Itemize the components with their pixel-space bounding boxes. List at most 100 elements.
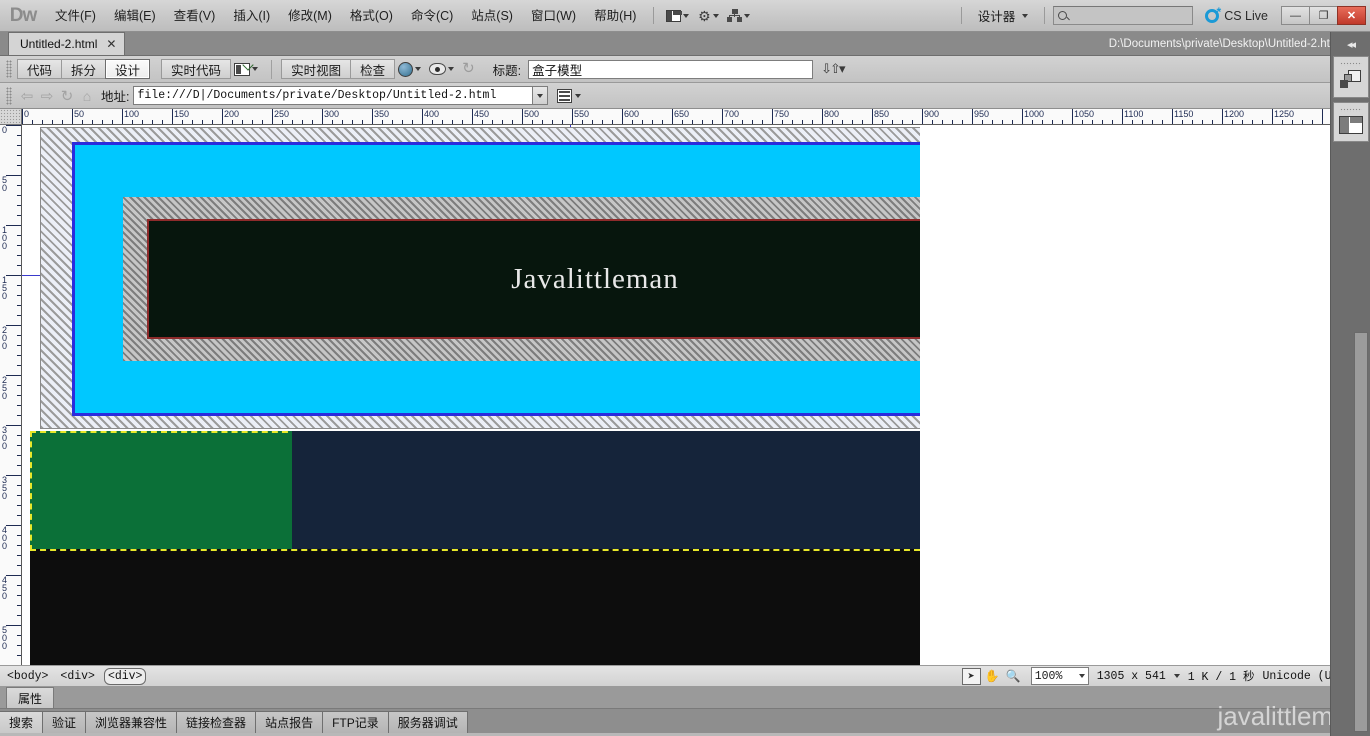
box-model-inner-border: Javalittleman xyxy=(147,219,920,339)
menu-edit[interactable]: 编辑(E) xyxy=(105,4,165,28)
window-size-value[interactable]: 1305 x 541 xyxy=(1097,670,1166,683)
css-styles-panel-button[interactable] xyxy=(1333,102,1369,142)
inspect-button[interactable]: 检查 xyxy=(350,59,396,79)
zoom-tool-icon[interactable]: 🔍 xyxy=(1004,668,1023,685)
cs-live-icon xyxy=(1205,5,1221,23)
results-tab-site-reports[interactable]: 站点报告 xyxy=(256,711,324,733)
tag-div-inner[interactable]: <div> xyxy=(103,667,147,685)
workspace-switcher[interactable]: 设计器 xyxy=(970,6,1037,25)
ruler-label: 1000 xyxy=(1024,109,1045,119)
results-tab-ftp-log[interactable]: FTP记录 xyxy=(323,711,389,733)
block-black[interactable] xyxy=(30,549,920,665)
collapse-panels-icon[interactable]: ◂◂ xyxy=(1331,32,1370,56)
tag-div-outer[interactable]: <div> xyxy=(57,669,98,684)
menu-modify[interactable]: 修改(M) xyxy=(279,4,341,28)
ruler-label: 150 xyxy=(2,275,8,301)
chevron-down-icon xyxy=(1078,674,1085,678)
block-green[interactable] xyxy=(30,431,298,551)
site-setup-button[interactable] xyxy=(723,5,754,27)
live-code-icon xyxy=(234,62,251,76)
document-tab-untitled-2[interactable]: Untitled-2.html ✕ xyxy=(8,32,126,55)
forward-icon[interactable]: ⇨ xyxy=(37,87,57,105)
live-code-options-button[interactable] xyxy=(230,62,262,76)
minimize-button[interactable]: — xyxy=(1281,6,1310,25)
ruler-label: 0 xyxy=(24,109,30,119)
chevron-down-icon xyxy=(1022,13,1029,18)
vertical-ruler[interactable]: 0 50 100 150 200 250 300 350 400 450 500 xyxy=(0,125,22,665)
cs-live-button[interactable]: CS Live xyxy=(1205,5,1268,23)
layout-icon xyxy=(666,9,683,22)
restore-button[interactable]: ❐ xyxy=(1309,6,1338,25)
hand-tool-icon[interactable]: ✋ xyxy=(983,668,1002,685)
search-input[interactable] xyxy=(1053,6,1194,25)
results-tab-validation[interactable]: 验证 xyxy=(43,711,87,733)
results-tab-browser-compat[interactable]: 浏览器兼容性 xyxy=(86,711,178,733)
menu-site[interactable]: 站点(S) xyxy=(462,4,522,28)
properties-panel-tab[interactable]: 属性 xyxy=(6,687,55,708)
chevron-down-icon[interactable] xyxy=(1173,674,1180,678)
status-bar: <body> <div> <div> ➤ ✋ 🔍 100% 1305 x 541… xyxy=(0,665,1370,687)
menu-file[interactable]: 文件(F) xyxy=(46,4,105,28)
results-panel-bar: 搜索 验证 浏览器兼容性 链接检查器 站点报告 FTP记录 服务器调试 java… xyxy=(0,701,1370,733)
panel-grip xyxy=(1340,108,1362,112)
page-title-input[interactable] xyxy=(528,59,814,79)
results-tab-search[interactable]: 搜索 xyxy=(0,711,44,733)
document-size-value: 1 K / 1 秒 xyxy=(1187,671,1255,684)
preview-in-browser-button[interactable] xyxy=(394,61,425,77)
refresh-design-view-button[interactable]: ↻ xyxy=(458,60,479,77)
horizontal-ruler[interactable]: 0 50 100 150 200 250 300 350 400 450 500 550 600 650 7… xyxy=(22,109,1370,125)
close-icon[interactable]: ✕ xyxy=(106,37,116,51)
document-tab-label: Untitled-2.html xyxy=(20,37,98,51)
live-view-button[interactable]: 实时视图 xyxy=(281,59,352,79)
menu-commands[interactable]: 命令(C) xyxy=(402,4,462,28)
layout-switcher-button[interactable] xyxy=(662,5,693,27)
zoom-level-select[interactable]: 100% xyxy=(1030,667,1089,685)
browser-list-icon[interactable] xyxy=(557,88,573,103)
back-icon[interactable]: ⇦ xyxy=(17,87,37,105)
view-code-button[interactable]: 代码 xyxy=(17,59,63,79)
menu-help[interactable]: 帮助(H) xyxy=(585,4,645,28)
ruler-origin-handle[interactable] xyxy=(0,109,22,125)
menu-bar: 文件(F) 编辑(E) 查看(V) 插入(I) 修改(M) 格式(O) 命令(C… xyxy=(46,0,645,31)
chevron-down-icon xyxy=(744,13,751,18)
toolbar-grip[interactable] xyxy=(6,60,12,78)
address-input[interactable]: file:///D|/Documents/private/Desktop/Unt… xyxy=(133,86,534,105)
results-tab-link-checker[interactable]: 链接检查器 xyxy=(177,711,257,733)
menu-insert[interactable]: 插入(I) xyxy=(224,4,279,28)
dock-scrollbar[interactable] xyxy=(1354,332,1368,732)
view-mode-group: 代码 拆分 设计 xyxy=(17,59,151,79)
address-dropdown-button[interactable] xyxy=(533,86,549,105)
block-navy[interactable] xyxy=(292,431,920,551)
box-model-padding: Javalittleman xyxy=(75,145,920,413)
search-icon xyxy=(1058,11,1068,20)
view-split-button[interactable]: 拆分 xyxy=(61,59,107,79)
ruler-label: 1150 xyxy=(1174,109,1194,119)
title-bar-right: 设计器 CS Live — ❐ ✕ xyxy=(953,5,1370,25)
visual-aids-button[interactable] xyxy=(425,63,458,75)
design-canvas[interactable]: Javalittleman xyxy=(22,125,920,665)
select-tool-icon[interactable]: ➤ xyxy=(961,667,981,685)
ruler-label: 200 xyxy=(224,109,240,119)
menu-window[interactable]: 窗口(W) xyxy=(522,4,585,28)
address-control: file:///D|/Documents/private/Desktop/Unt… xyxy=(133,86,549,105)
live-code-button[interactable]: 实时代码 xyxy=(161,59,232,79)
file-management-icon[interactable]: ⇩⇧▾ xyxy=(821,61,845,77)
close-button[interactable]: ✕ xyxy=(1337,6,1366,25)
assets-panel-button[interactable] xyxy=(1333,56,1369,98)
extend-dreamweaver-button[interactable]: ⚙ xyxy=(693,5,723,27)
home-icon[interactable]: ⌂ xyxy=(77,88,97,104)
ruler-label: 350 xyxy=(374,109,390,119)
toolbar-grip[interactable] xyxy=(6,86,12,105)
menu-format[interactable]: 格式(O) xyxy=(341,4,402,28)
menu-view[interactable]: 查看(V) xyxy=(165,4,225,28)
ruler-label: 950 xyxy=(974,109,990,119)
refresh-icon: ↻ xyxy=(462,60,475,77)
ruler-label: 50 xyxy=(2,175,8,193)
results-tab-server-debug[interactable]: 服务器调试 xyxy=(388,711,468,733)
refresh-icon[interactable]: ↻ xyxy=(57,87,77,105)
view-design-button[interactable]: 设计 xyxy=(105,59,151,79)
ruler-label: 1050 xyxy=(1074,109,1095,119)
content-text: Javalittleman xyxy=(511,262,679,295)
tag-body[interactable]: <body> xyxy=(4,669,51,684)
cs-live-label: CS Live xyxy=(1224,8,1268,23)
